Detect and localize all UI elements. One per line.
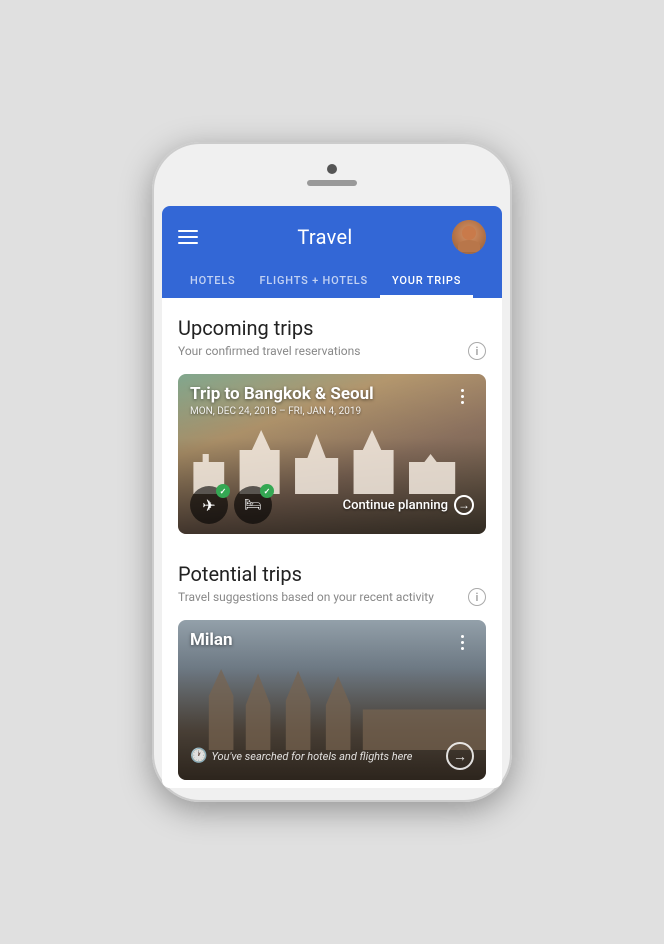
app-title: Travel [297, 225, 352, 249]
milan-card-overlay: Milan 🕐 You've searched for hotels and f… [178, 620, 486, 780]
phone-camera [327, 164, 337, 174]
avatar-image [452, 220, 486, 254]
tab-your-trips[interactable]: YOUR TRIPS [380, 266, 473, 298]
nav-tabs: HOTELS FLIGHTS + HOTELS YOUR TRIPS [178, 266, 486, 298]
potential-info-icon[interactable]: i [468, 588, 486, 606]
milan-more-options-button[interactable] [450, 630, 474, 654]
potential-section-title: Potential trips [178, 562, 486, 586]
phone-speaker [307, 180, 357, 186]
milan-search-text: You've searched for hotels and flights h… [211, 750, 412, 763]
hotel-icon-circle: 🛏 ✓ [234, 486, 272, 524]
continue-planning-button[interactable]: Continue planning → [343, 495, 474, 515]
upcoming-section-header: Upcoming trips Your confirmed travel res… [162, 298, 502, 364]
avatar[interactable] [452, 220, 486, 254]
potential-section-subtitle: Travel suggestions based on your recent … [178, 590, 434, 604]
plane-icon: ✈ [202, 496, 215, 515]
bangkok-card-overlay: Trip to Bangkok & Seoul MON, DEC 24, 201… [178, 374, 486, 534]
milan-arrow-button[interactable]: → [446, 742, 474, 770]
main-content: Upcoming trips Your confirmed travel res… [162, 298, 502, 788]
milan-trip-title: Milan [190, 630, 233, 650]
upcoming-section-title: Upcoming trips [178, 316, 486, 340]
tab-flights-hotels[interactable]: FLIGHTS + HOTELS [247, 266, 380, 298]
flight-checkmark: ✓ [216, 484, 230, 498]
hotel-checkmark: ✓ [260, 484, 274, 498]
phone-screen: Travel HOTELS FLIGHTS + HOTELS YOUR TRIP… [162, 206, 502, 788]
trip-card-bangkok-seoul[interactable]: Trip to Bangkok & Seoul MON, DEC 24, 201… [178, 374, 486, 534]
phone-frame: Travel HOTELS FLIGHTS + HOTELS YOUR TRIP… [152, 142, 512, 802]
bangkok-trip-date: MON, DEC 24, 2018 – FRI, JAN 4, 2019 [190, 406, 374, 417]
bangkok-trip-icons: ✈ ✓ 🛏 ✓ [190, 486, 272, 524]
trip-card-milan[interactable]: Milan 🕐 You've searched for hotels and f… [178, 620, 486, 780]
upcoming-info-icon[interactable]: i [468, 342, 486, 360]
continue-planning-label: Continue planning [343, 498, 448, 513]
upcoming-section-subtitle: Your confirmed travel reservations [178, 344, 360, 358]
potential-section-header: Potential trips Travel suggestions based… [162, 544, 502, 610]
bangkok-more-options-button[interactable] [450, 384, 474, 408]
flight-icon-circle: ✈ ✓ [190, 486, 228, 524]
bed-icon: 🛏 [244, 497, 262, 513]
continue-planning-arrow: → [454, 495, 474, 515]
tab-hotels[interactable]: HOTELS [178, 266, 247, 298]
bangkok-trip-title: Trip to Bangkok & Seoul [190, 384, 374, 404]
hamburger-menu-button[interactable] [178, 230, 198, 244]
top-bar: Travel HOTELS FLIGHTS + HOTELS YOUR TRIP… [162, 206, 502, 298]
history-icon: 🕐 [190, 748, 207, 764]
